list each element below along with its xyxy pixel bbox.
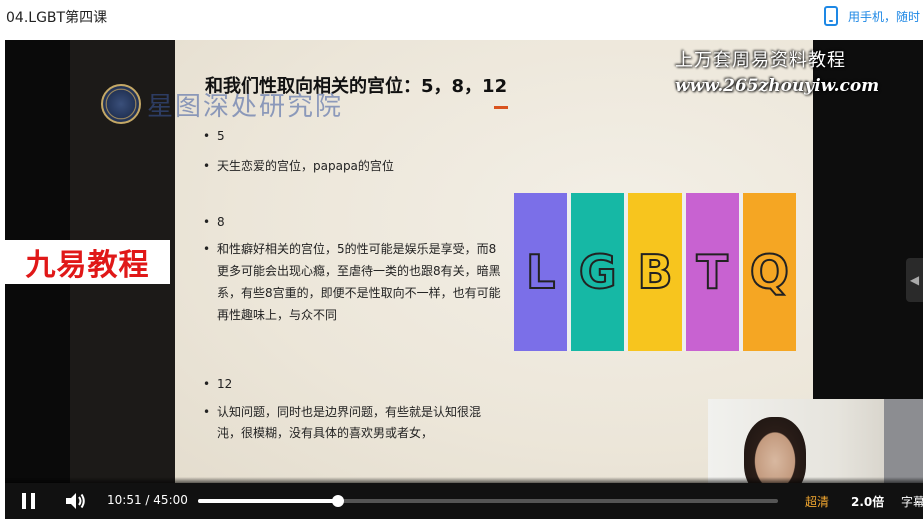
pause-button[interactable] — [22, 493, 36, 509]
lgbtq-letter-t: T — [685, 193, 739, 351]
duration: 45:00 — [153, 493, 188, 507]
lgbtq-letter-q: Q — [742, 193, 797, 351]
ad-watermark-url: www.265zhouyiw.com — [675, 76, 880, 96]
top-bar: 04.LGBT第四课 用手机，随时 — [0, 0, 923, 38]
bullet-item: • 8 — [203, 215, 225, 229]
presenter-camera — [708, 399, 923, 483]
time-display: 10:51 / 45:00 — [107, 493, 188, 507]
chevron-left-icon: ◀ — [909, 273, 920, 287]
progress-bar[interactable] — [198, 495, 778, 507]
title-dash-decoration — [494, 106, 508, 109]
slide-title: 和我们性取向相关的宫位：5，8，12 — [205, 76, 508, 97]
control-bar: 10:51 / 45:00 超清 2.0倍 字幕 — [5, 477, 923, 519]
org-logo-icon — [101, 84, 141, 124]
control-gradient — [5, 477, 923, 483]
progress-fill — [198, 499, 338, 503]
brand-badge: 九易教程 — [5, 240, 170, 284]
window-frame-image — [884, 399, 923, 483]
video-frame[interactable]: 星图深处研究院 和我们性取向相关的宫位：5，8，12 上万套周易资料教程 www… — [5, 40, 923, 483]
bullet-item: • 和性癖好相关的宫位，5的性可能是娱乐是享受，而8更多可能会出现心瘾，至虐待一类… — [203, 242, 501, 322]
page-title: 04.LGBT第四课 — [6, 10, 108, 26]
time-separator: / — [145, 493, 150, 507]
volume-button[interactable] — [65, 492, 87, 510]
presenter-image — [744, 417, 806, 483]
video-player[interactable]: 星图深处研究院 和我们性取向相关的宫位：5，8，12 上万套周易资料教程 www… — [5, 40, 923, 519]
bullet-item: • 12 — [203, 377, 233, 391]
bullet-item: • 5 — [203, 129, 225, 143]
progress-handle[interactable] — [331, 495, 344, 507]
mobile-watch-label: 用手机，随时 — [848, 9, 921, 24]
lgbtq-letter-g: G — [571, 193, 625, 351]
subtitle-button[interactable]: 字幕 — [901, 493, 923, 510]
ad-watermark-line1: 上万套周易资料教程 — [675, 50, 846, 71]
bullet-item: • 认知问题，同时也是边界问题，有些就是认知很混沌，很模糊，没有具体的喜欢男或者女… — [203, 405, 482, 440]
mobile-watch-link[interactable]: 用手机，随时 — [824, 6, 920, 26]
phone-icon — [824, 6, 838, 26]
current-time: 10:51 — [107, 493, 142, 507]
volume-icon — [66, 493, 85, 509]
side-panel-toggle[interactable]: ◀ — [906, 258, 923, 302]
speed-button[interactable]: 2.0倍 — [851, 493, 884, 510]
lgbtq-letter-b: B — [628, 193, 682, 351]
pause-icon — [22, 493, 26, 509]
lgbtq-letter-l: L — [514, 193, 568, 351]
bullet-item: • 天生恋爱的宫位，papapa的宫位 — [203, 159, 394, 173]
pause-icon-bar — [31, 493, 35, 509]
lgbtq-graphic: LGBTQ — [514, 193, 797, 351]
quality-button[interactable]: 超清 — [805, 493, 829, 510]
